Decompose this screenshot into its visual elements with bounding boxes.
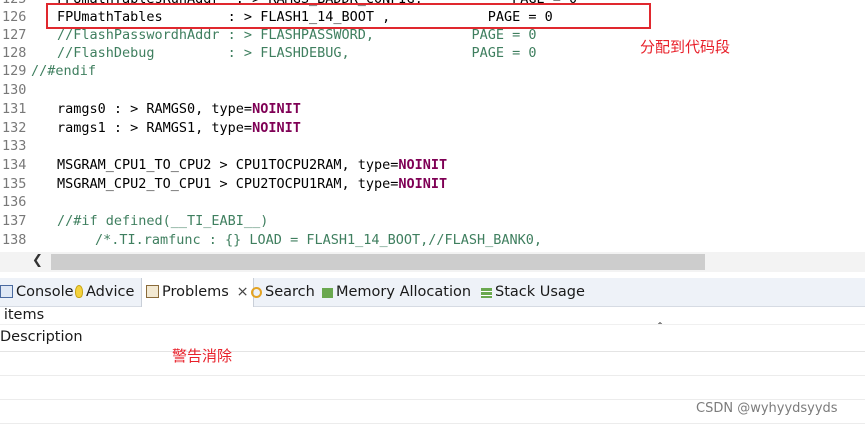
tab-search[interactable]: Search	[251, 278, 315, 306]
line-number: 133	[2, 138, 27, 154]
code-editor[interactable]: 125 FPUmathTablesRunAddr : > RAMGS_BADDR…	[0, 0, 865, 252]
problems-count: 0 items	[0, 307, 45, 323]
search-icon	[251, 287, 262, 298]
line-number: 136	[2, 194, 27, 210]
close-tab-icon[interactable]: ×	[236, 284, 248, 300]
keyword: NOINIT	[252, 120, 301, 136]
scroll-left-icon[interactable]: ❮	[32, 253, 43, 268]
lightbulb-icon	[75, 285, 83, 298]
code-text: MSGRAM_CPU1_TO_CPU2 > CPU1TOCPU2RAM, typ…	[57, 157, 448, 173]
line-number: 125	[2, 0, 26, 8]
code-text: ramgs1 : > RAMGS1, type=NOINIT	[57, 120, 301, 136]
keyword: NOINIT	[252, 101, 301, 117]
view-tab-bar: Console Advice Problems × Search Memory …	[0, 278, 865, 307]
tab-problems[interactable]: Problems ×	[141, 278, 254, 307]
code-line: 134 MSGRAM_CPU1_TO_CPU2 > CPU1TOCPU2RAM,…	[0, 156, 865, 174]
code-line: 128 //FlashDebug : > FLASHDEBUG, PAGE = …	[0, 44, 865, 62]
line-number: 129	[2, 63, 27, 79]
comment-text: /*.TI.ramfunc : {} LOAD = FLASH1_14_BOOT…	[95, 232, 543, 248]
code-line: 131 ramgs0 : > RAMGS0, type=NOINIT	[0, 100, 865, 118]
column-header-description: Description	[0, 329, 83, 345]
line-number: 126	[2, 9, 27, 25]
code-text: ramgs0 : > RAMGS0, type=NOINIT	[57, 101, 301, 117]
code-line: 136	[0, 193, 865, 211]
line-number: 135	[2, 176, 27, 192]
line-number: 131	[2, 101, 27, 117]
code-line: 137 //#if defined(__TI_EABI__)	[0, 212, 865, 230]
code-line: 138 /*.TI.ramfunc : {} LOAD = FLASH1_14_…	[0, 231, 865, 249]
comment-text: //FlashDebug : > FLASHDEBUG, PAGE = 0	[57, 45, 537, 61]
watermark: CSDN @wyhyydsyyds	[696, 401, 838, 416]
code-line: 132 ramgs1 : > RAMGS1, type=NOINIT	[0, 119, 865, 137]
code-text: MSGRAM_CPU2_TO_CPU1 > CPU2TOCPU1RAM, typ…	[57, 176, 448, 192]
console-icon	[0, 285, 13, 298]
line-number: 130	[2, 82, 27, 98]
code-line: 135 MSGRAM_CPU2_TO_CPU1 > CPU2TOCPU1RAM,…	[0, 175, 865, 193]
annotation-allocate: 分配到代码段	[640, 38, 731, 56]
column-header[interactable]: Description	[0, 324, 865, 352]
tab-console[interactable]: Console	[0, 278, 74, 306]
code-line: 133	[0, 137, 865, 155]
stack-icon	[481, 288, 492, 298]
comment-text: //#endif	[31, 63, 97, 79]
line-number: 137	[2, 213, 27, 229]
tab-advice[interactable]: Advice	[75, 278, 134, 306]
line-number: 138	[2, 232, 27, 248]
tab-memory-allocation[interactable]: Memory Allocation	[322, 278, 471, 306]
code-line: 129 //#endif	[0, 62, 865, 80]
highlight-box	[46, 3, 651, 29]
horizontal-scrollbar[interactable]: ❮	[0, 252, 865, 272]
memory-icon	[322, 288, 333, 298]
line-number: 132	[2, 120, 27, 136]
tab-stack-usage[interactable]: Stack Usage	[481, 278, 585, 306]
scrollbar-thumb[interactable]	[51, 254, 705, 270]
problems-icon	[146, 285, 159, 298]
line-number: 128	[2, 45, 27, 61]
table-row	[0, 351, 865, 376]
line-number: 127	[2, 27, 27, 43]
table-row	[0, 375, 865, 400]
keyword: NOINIT	[398, 157, 448, 173]
code-line: 130	[0, 81, 865, 99]
line-number: 134	[2, 157, 27, 173]
comment-text: //#if defined(__TI_EABI__)	[57, 213, 269, 229]
keyword: NOINIT	[398, 176, 448, 192]
